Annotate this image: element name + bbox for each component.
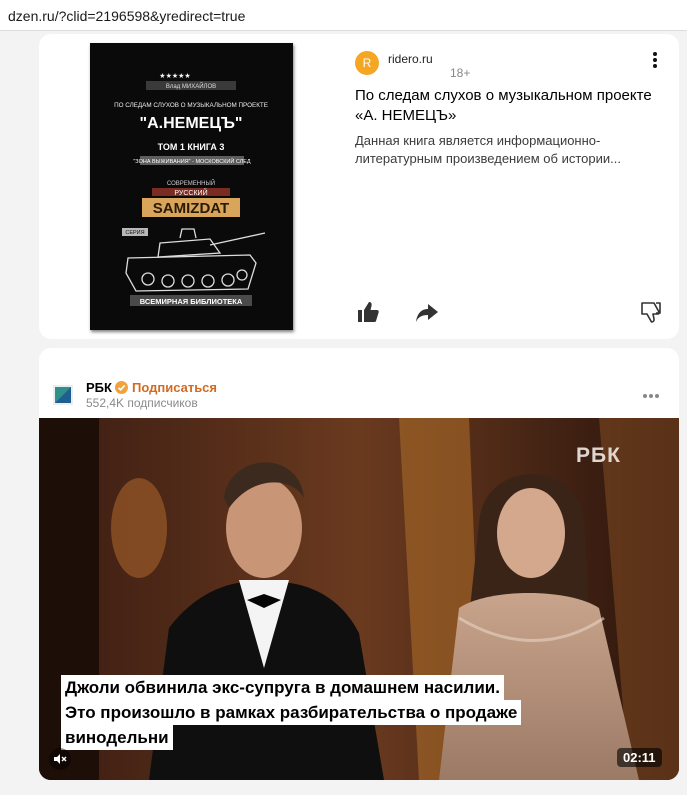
video-player[interactable]: РБК Джоли обвинила экс-супруга в домашне… bbox=[39, 418, 679, 780]
rbk-logo-icon bbox=[55, 387, 71, 403]
cover-line1: ПО СЛЕДАМ СЛУХОВ О МУЗЫКАЛЬНОМ ПРОЕКТЕ bbox=[114, 102, 268, 109]
source-logo[interactable]: R bbox=[355, 51, 379, 75]
mute-button[interactable] bbox=[49, 748, 71, 770]
thumbs-down-icon bbox=[641, 302, 661, 323]
age-rating: 18+ bbox=[450, 66, 471, 80]
cover-subtitle: "ЗОНА ВЫЖИВАНИЯ" - МОСКОВСКИЙ СЛЕД bbox=[133, 157, 251, 165]
url-text[interactable]: dzen.ru/?clid=2196598&yredirect=true bbox=[8, 8, 245, 24]
cover-modern: СОВРЕМЕННЫЙ bbox=[167, 179, 215, 187]
caption-line: Это произошло в рамках разбирательства о… bbox=[61, 700, 522, 725]
address-bar[interactable]: dzen.ru/?clid=2196598&yredirect=true bbox=[0, 0, 687, 31]
rbk-channel-logo[interactable] bbox=[53, 385, 73, 405]
article-card[interactable]: ★★★★★ Влад МИХАЙЛОВ ПО СЛЕДАМ СЛУХОВ О М… bbox=[39, 34, 679, 339]
check-icon bbox=[117, 384, 126, 391]
share-arrow-icon bbox=[416, 304, 438, 322]
cover-title: "А.НЕМЕЦЪ" bbox=[140, 115, 243, 132]
like-button[interactable] bbox=[355, 299, 381, 325]
svg-text:★★★★★: ★★★★★ bbox=[159, 72, 190, 80]
cover-volume: ТОМ 1 КНИГА 3 bbox=[158, 142, 225, 152]
book-cover-image[interactable]: ★★★★★ Влад МИХАЙЛОВ ПО СЛЕДАМ СЛУХОВ О М… bbox=[90, 43, 293, 330]
more-options-button[interactable] bbox=[645, 52, 665, 74]
thumbs-up-icon bbox=[358, 302, 379, 322]
source-name[interactable]: ridero.ru bbox=[388, 52, 433, 66]
cover-russian: РУССКИЙ bbox=[174, 188, 207, 197]
share-button[interactable] bbox=[414, 299, 440, 325]
subscribe-button[interactable]: Подписаться bbox=[132, 380, 217, 395]
channel-name[interactable]: РБК bbox=[86, 380, 112, 395]
video-watermark: РБК bbox=[576, 444, 621, 467]
article-title[interactable]: По следам слухов о музыкальном проекте «… bbox=[355, 86, 655, 126]
verified-badge bbox=[115, 381, 128, 394]
dislike-button[interactable] bbox=[638, 299, 664, 325]
cover-series: СЕРИЯ bbox=[125, 230, 144, 236]
cover-author: Влад МИХАЙЛОВ bbox=[166, 82, 216, 90]
caption-line: Джоли обвинила экс-супруга в домашнем на… bbox=[61, 675, 504, 700]
video-duration: 02:11 bbox=[617, 748, 662, 767]
video-card[interactable]: РБК Подписаться 552,4K подписчиков РБК Д… bbox=[39, 348, 679, 780]
video-caption: Джоли обвинила экс-супруга в домашнем на… bbox=[61, 675, 522, 750]
article-description[interactable]: Данная книга является информационно-лите… bbox=[355, 132, 655, 168]
source-logo-letter: R bbox=[362, 56, 372, 70]
more-options-button[interactable] bbox=[643, 394, 661, 398]
muted-speaker-icon bbox=[54, 754, 67, 764]
cover-library: ВСЕМИРНАЯ БИБЛИОТЕКА bbox=[140, 297, 243, 306]
cover-samizdat: SAMIZDAT bbox=[153, 200, 229, 217]
caption-line: винодельни bbox=[61, 725, 173, 750]
subscriber-count: 552,4K подписчиков bbox=[86, 396, 198, 410]
